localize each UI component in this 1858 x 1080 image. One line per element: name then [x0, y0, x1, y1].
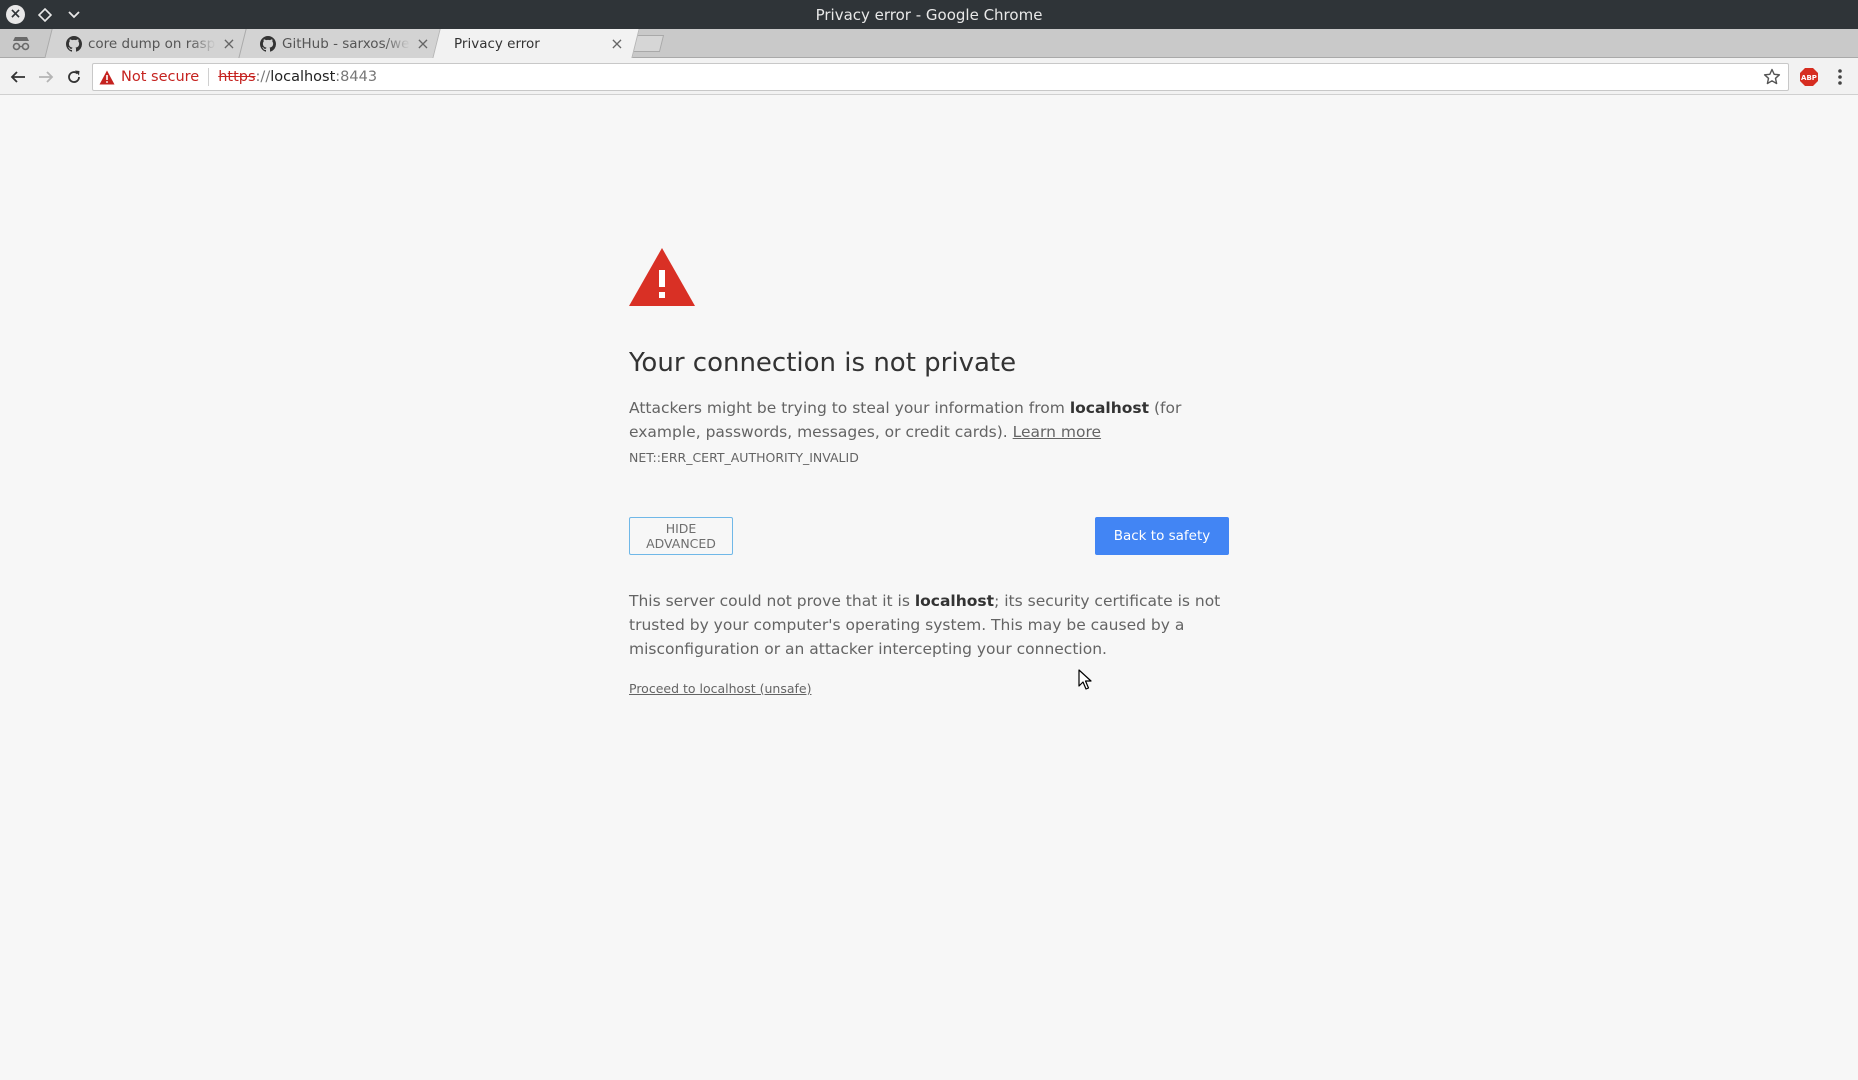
- more-vert-icon[interactable]: [1834, 66, 1846, 88]
- interstitial-content: Your connection is not private Attackers…: [629, 248, 1229, 697]
- close-icon[interactable]: ×: [222, 34, 236, 53]
- mouse-cursor-icon: [1078, 669, 1092, 690]
- url-port: :8443: [335, 69, 378, 85]
- browser-toolbar: Not secure https :// localhost :8443 ABP: [0, 58, 1858, 95]
- advanced-details: This server could not prove that it is l…: [629, 589, 1229, 661]
- omnibox-divider: [208, 68, 210, 86]
- main-explanation: Attackers might be trying to steal your …: [629, 396, 1229, 444]
- reload-button[interactable]: [63, 66, 85, 88]
- url-scheme-separator: ://: [255, 69, 271, 85]
- svg-text:ABP: ABP: [1801, 74, 1817, 82]
- button-row: HIDE ADVANCED Back to safety: [629, 517, 1229, 555]
- tab-core-dump[interactable]: core dump on raspbe ×: [44, 29, 252, 58]
- close-icon[interactable]: ×: [416, 34, 430, 53]
- tab-privacy-error[interactable]: Privacy error ×: [432, 29, 640, 58]
- tab-strip: core dump on raspbe × GitHub - sarxos/we…: [0, 29, 1858, 58]
- tab-github-sarxos[interactable]: GitHub - sarxos/webc ×: [238, 29, 446, 58]
- back-to-safety-button[interactable]: Back to safety: [1095, 517, 1229, 555]
- github-icon: [260, 35, 276, 52]
- details-text: This server could not prove that it is: [629, 592, 915, 610]
- tab-label: GitHub - sarxos/webc: [282, 35, 410, 52]
- window-close-button[interactable]: ×: [5, 4, 26, 25]
- forward-arrow-icon: [39, 71, 54, 83]
- learn-more-link[interactable]: Learn more: [1013, 423, 1101, 441]
- back-button[interactable]: [7, 66, 29, 88]
- window-menu-button[interactable]: [63, 4, 84, 25]
- close-icon: ×: [6, 5, 25, 24]
- address-bar[interactable]: Not secure https :// localhost :8443: [92, 63, 1789, 91]
- proceed-unsafe-link[interactable]: Proceed to localhost (unsafe): [629, 681, 811, 696]
- window-controls: ×: [5, 4, 84, 25]
- close-icon[interactable]: ×: [610, 34, 624, 53]
- adblock-icon[interactable]: ABP: [1799, 67, 1819, 87]
- chevron-down-icon: [67, 10, 80, 18]
- star-icon[interactable]: [1763, 68, 1781, 86]
- incognito-icon[interactable]: [10, 34, 32, 52]
- error-code: NET::ERR_CERT_AUTHORITY_INVALID: [629, 450, 859, 465]
- tab-label: core dump on raspbe: [88, 35, 216, 52]
- explanation-text: Attackers might be trying to steal your …: [629, 399, 1070, 417]
- tab-label: Privacy error: [454, 35, 540, 52]
- forward-button[interactable]: [35, 66, 57, 88]
- warning-triangle-icon: [629, 248, 695, 306]
- back-arrow-icon: [10, 71, 25, 83]
- warning-icon: [99, 70, 115, 84]
- reload-icon: [68, 70, 80, 83]
- details-host: localhost: [914, 592, 995, 610]
- page-title: Your connection is not private: [629, 348, 1017, 378]
- window-keep-above-button[interactable]: [34, 4, 55, 25]
- url-scheme: https: [218, 69, 256, 85]
- url-host: localhost: [270, 69, 336, 85]
- github-icon: [66, 35, 82, 52]
- window-titlebar: × Privacy error - Google Chrome: [0, 0, 1858, 29]
- security-status-label[interactable]: Not secure: [121, 69, 199, 85]
- diamond-icon: [37, 7, 52, 22]
- window-title: Privacy error - Google Chrome: [815, 5, 1043, 24]
- hide-advanced-button[interactable]: HIDE ADVANCED: [629, 517, 733, 555]
- explanation-host: localhost: [1069, 399, 1150, 417]
